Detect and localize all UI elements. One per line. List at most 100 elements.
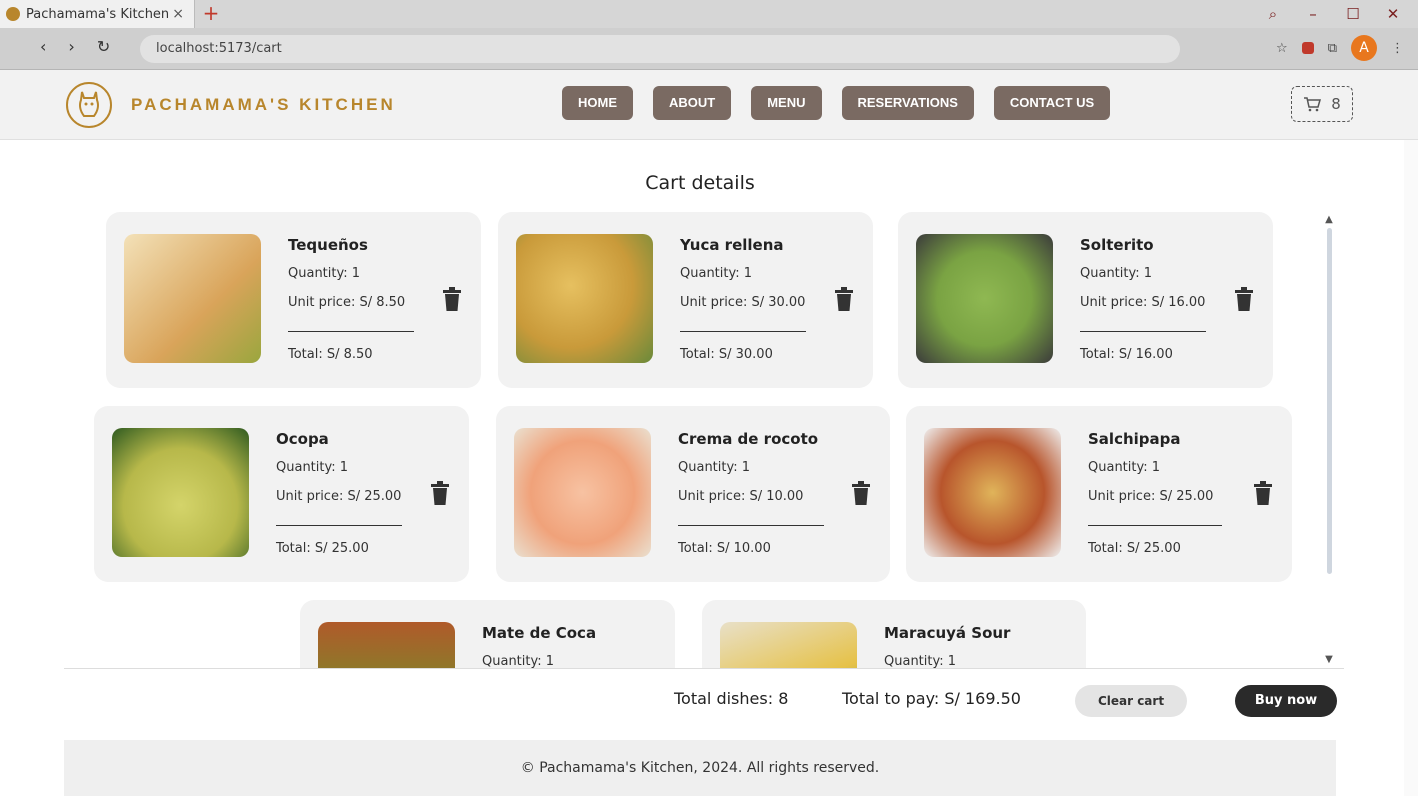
page-title: Cart details [645,172,755,194]
cart-item: Crema de rocoto Quantity: 1 Unit price: … [496,406,890,582]
address-bar[interactable]: localhost:5173/cart [140,35,1180,63]
item-quantity: Quantity: 1 [680,266,753,281]
browser-tab[interactable]: Pachamama's Kitchen × [0,0,195,28]
trash-icon[interactable] [441,286,463,312]
nav-about-button[interactable]: ABOUT [653,86,732,120]
puzzle-icon[interactable]: ⧉ [1328,41,1337,56]
copyright-footer: © Pachamama's Kitchen, 2024. All rights … [64,740,1336,796]
divider [1088,525,1222,526]
trash-icon[interactable] [1233,286,1255,312]
item-unit-price: Unit price: S/ 30.00 [680,295,806,310]
item-quantity: Quantity: 1 [482,654,555,668]
nav-home-button[interactable]: HOME [562,86,633,120]
forward-icon[interactable]: › [68,37,74,56]
site-header: PACHAMAMA'S KITCHEN HOME ABOUT MENU RESE… [0,70,1418,140]
item-quantity: Quantity: 1 [884,654,957,668]
item-unit-price: Unit price: S/ 16.00 [1080,295,1206,310]
item-total: Total: S/ 8.50 [288,347,373,362]
cart-item: Maracuyá Sour Quantity: 1 [702,600,1086,668]
divider [1080,331,1206,332]
cart-count: 8 [1331,95,1341,113]
item-unit-price: Unit price: S/ 25.00 [276,489,402,504]
item-name: Salchipapa [1088,430,1181,448]
item-image [720,622,857,668]
item-quantity: Quantity: 1 [276,460,349,475]
divider [678,525,824,526]
browser-tab-strip: Pachamama's Kitchen × + ⌕ – ☐ ✕ [0,0,1418,28]
item-unit-price: Unit price: S/ 10.00 [678,489,804,504]
total-dishes: Total dishes: 8 [674,689,789,708]
buy-now-button[interactable]: Buy now [1235,685,1337,717]
item-image [924,428,1061,557]
trash-icon[interactable] [833,286,855,312]
item-total: Total: S/ 30.00 [680,347,773,362]
star-icon[interactable]: ☆ [1276,41,1288,56]
nav-menu-button[interactable]: MENU [751,86,822,120]
cart-scrollbar[interactable]: ▲ ▼ [1322,214,1336,666]
extension-icon[interactable] [1301,42,1314,54]
divider [288,331,414,332]
kebab-menu-icon[interactable]: ⋮ [1391,41,1404,56]
main-nav: HOME ABOUT MENU RESERVATIONS CONTACT US [562,86,1111,120]
cart-item: Salchipapa Quantity: 1 Unit price: S/ 25… [906,406,1292,582]
item-total: Total: S/ 10.00 [678,541,771,556]
window-controls: ⌕ – ☐ ✕ [1262,0,1418,28]
item-quantity: Quantity: 1 [1080,266,1153,281]
item-image [112,428,249,557]
item-quantity: Quantity: 1 [1088,460,1161,475]
cart-icon [1304,97,1322,112]
item-name: Tequeños [288,236,368,254]
cart-item: Mate de Coca Quantity: 1 [300,600,675,668]
scroll-up-icon[interactable]: ▲ [1322,214,1336,225]
minimize-button[interactable]: – [1302,5,1324,23]
cart-list: Tequeños Quantity: 1 Unit price: S/ 8.50… [64,208,1314,668]
item-image [318,622,455,668]
page-scrollbar[interactable] [1404,140,1418,796]
item-name: Mate de Coca [482,624,597,642]
clear-cart-button[interactable]: Clear cart [1075,685,1187,717]
scrollbar-thumb[interactable] [1327,228,1332,574]
item-quantity: Quantity: 1 [678,460,751,475]
item-image [124,234,261,363]
close-tab-icon[interactable]: × [172,6,184,22]
divider [276,525,402,526]
close-window-button[interactable]: ✕ [1382,5,1404,23]
llama-logo-icon[interactable] [66,82,112,128]
browser-toolbar: ‹ › ↻ localhost:5173/cart ☆ ⧉ A ⋮ [0,28,1418,70]
back-icon[interactable]: ‹ [40,37,46,56]
cart-item: Tequeños Quantity: 1 Unit price: S/ 8.50… [106,212,481,388]
reload-icon[interactable]: ↻ [97,37,110,56]
item-quantity: Quantity: 1 [288,266,361,281]
item-total: Total: S/ 25.00 [1088,541,1181,556]
item-unit-price: Unit price: S/ 8.50 [288,295,406,310]
favicon-icon [6,7,20,21]
maximize-button[interactable]: ☐ [1342,5,1364,23]
new-tab-button[interactable]: + [200,2,222,24]
tab-title: Pachamama's Kitchen [26,6,170,22]
item-unit-price: Unit price: S/ 25.00 [1088,489,1214,504]
item-image [916,234,1053,363]
cart-button[interactable]: 8 [1291,86,1353,122]
cart-item: Solterito Quantity: 1 Unit price: S/ 16.… [898,212,1273,388]
item-name: Crema de rocoto [678,430,819,448]
item-name: Ocopa [276,430,329,448]
cart-item: Yuca rellena Quantity: 1 Unit price: S/ … [498,212,873,388]
nav-contact-button[interactable]: CONTACT US [993,86,1111,120]
cart-item: Ocopa Quantity: 1 Unit price: S/ 25.00 T… [94,406,469,582]
item-name: Yuca rellena [680,236,784,254]
divider [680,331,806,332]
nav-reservations-button[interactable]: RESERVATIONS [841,86,974,120]
item-name: Solterito [1080,236,1154,254]
trash-icon[interactable] [1252,480,1274,506]
item-total: Total: S/ 25.00 [276,541,369,556]
scroll-down-icon[interactable]: ▼ [1322,654,1336,665]
item-image [516,234,653,363]
item-total: Total: S/ 16.00 [1080,347,1173,362]
total-to-pay: Total to pay: S/ 169.50 [842,689,1021,708]
search-icon[interactable]: ⌕ [1262,5,1284,23]
item-name: Maracuyá Sour [884,624,1011,642]
trash-icon[interactable] [429,480,451,506]
profile-avatar[interactable]: A [1351,35,1377,61]
trash-icon[interactable] [850,480,872,506]
brand-name[interactable]: PACHAMAMA'S KITCHEN [131,95,396,115]
